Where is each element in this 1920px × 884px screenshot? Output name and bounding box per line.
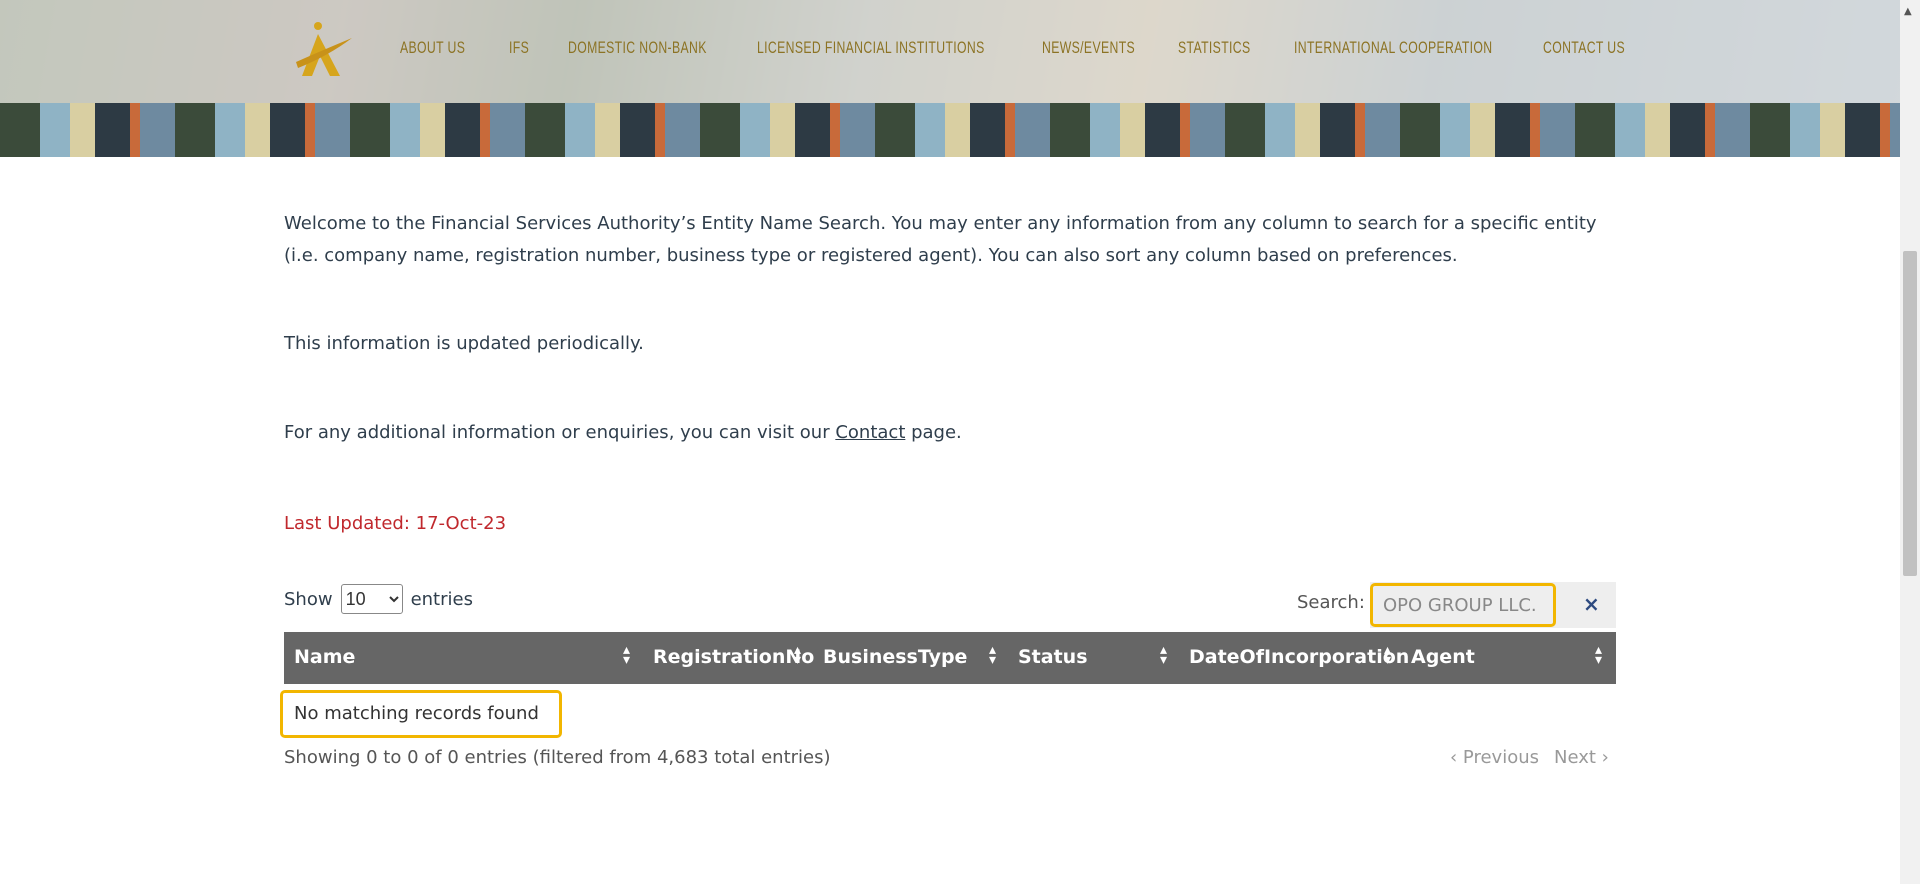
contact-note-suffix: page. — [905, 422, 962, 443]
nav-news-events[interactable]: NEWS/EVENTS — [1042, 38, 1135, 58]
nav-licensed-financial-institutions[interactable]: LICENSED FINANCIAL INSTITUTIONS — [757, 38, 985, 58]
nav-international-cooperation[interactable]: INTERNATIONAL COOPERATION — [1294, 38, 1493, 58]
entries-select[interactable]: 10 — [340, 584, 403, 614]
next-label: Next — [1554, 747, 1596, 768]
column-business-type[interactable]: BusinessType — [823, 646, 967, 668]
column-registration-no[interactable]: RegistrationNo — [653, 646, 814, 668]
previous-label: Previous — [1462, 747, 1539, 768]
empty-table-message: No matching records found — [280, 690, 562, 738]
sort-icon[interactable]: ▴ ▾ — [1160, 643, 1167, 667]
banner-image — [0, 103, 1900, 157]
nav-about-us[interactable]: ABOUT US — [400, 38, 465, 58]
column-status[interactable]: Status — [1018, 646, 1088, 668]
entries-label: entries — [410, 588, 473, 610]
search-label: Search: — [1297, 592, 1365, 613]
sort-icon[interactable]: ▴ ▾ — [1384, 643, 1391, 667]
clear-search-icon[interactable]: × — [1583, 592, 1600, 616]
nav-contact-us[interactable]: CONTACT US — [1543, 38, 1625, 58]
contact-link[interactable]: Contact — [835, 422, 905, 443]
contact-note-text: For any additional information or enquir… — [284, 422, 836, 443]
nav-ifs[interactable]: IFS — [509, 38, 529, 58]
table-info: Showing 0 to 0 of 0 entries (filtered fr… — [284, 747, 831, 768]
nav-statistics[interactable]: STATISTICS — [1178, 38, 1251, 58]
entries-length-control: Show 10 entries — [284, 584, 473, 614]
column-agent[interactable]: Agent — [1411, 646, 1475, 668]
column-name[interactable]: Name — [294, 646, 355, 668]
sort-icon[interactable]: ▴ ▾ — [794, 643, 801, 667]
search-input[interactable] — [1370, 583, 1556, 627]
previous-button[interactable]: ‹ Previous — [1450, 747, 1539, 768]
nav-domestic-non-bank[interactable]: DOMESTIC NON-BANK — [568, 38, 707, 58]
intro-paragraph: Welcome to the Financial Services Author… — [284, 213, 1597, 266]
sort-icon[interactable]: ▴ ▾ — [623, 643, 630, 667]
scrollbar-thumb[interactable] — [1903, 251, 1917, 576]
scroll-up-icon[interactable]: ▲ — [1904, 6, 1912, 17]
sort-icon[interactable]: ▴ ▾ — [989, 643, 996, 667]
last-updated: Last Updated: 17-Oct-23 — [284, 513, 507, 534]
table-header: Name ▴ ▾ RegistrationNo ▴ ▾ BusinessType ▴… — [284, 632, 1616, 684]
show-label: Show — [284, 588, 333, 610]
column-date-of-incorporation[interactable]: DateOfIncorporation — [1189, 646, 1409, 668]
hero-banner: ABOUT US IFS DOMESTIC NON-BANK LICENSED … — [0, 0, 1900, 157]
contact-note: For any additional information or enquir… — [284, 417, 1616, 449]
sort-icon[interactable]: ▴ ▾ — [1595, 643, 1602, 667]
next-button[interactable]: Next › — [1554, 747, 1609, 768]
update-note: This information is updated periodically… — [284, 333, 644, 354]
fsa-logo[interactable] — [288, 20, 354, 78]
